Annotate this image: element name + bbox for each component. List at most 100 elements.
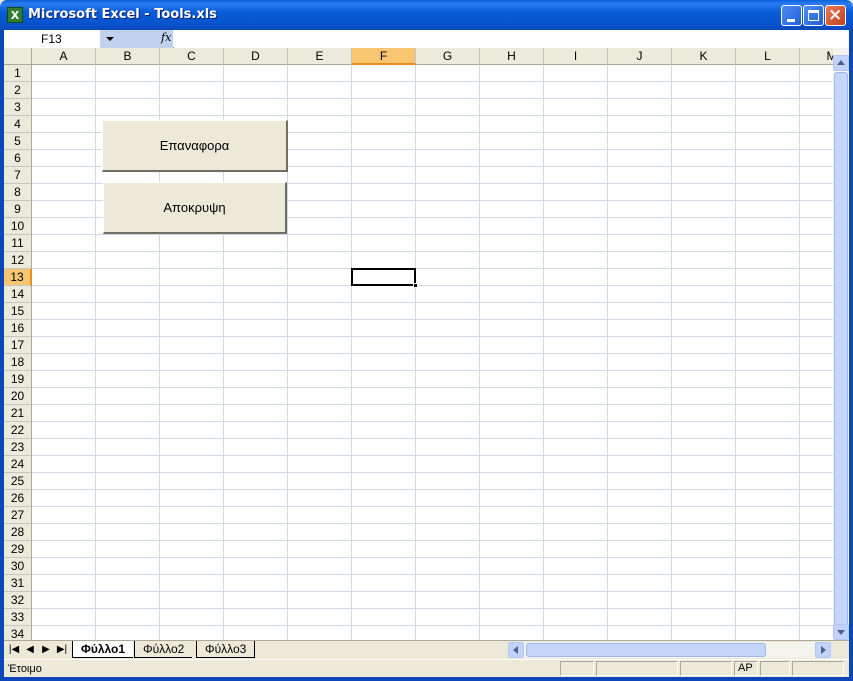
sheet-tab-bar: |◀ ◀ ▶ ▶| Φύλλο1 Φύλλο2 Φύλλο3 [4, 640, 849, 658]
active-cell[interactable] [351, 268, 416, 286]
row-header-10[interactable]: 10 [4, 218, 32, 235]
row-header-24[interactable]: 24 [4, 456, 32, 473]
fill-handle[interactable] [413, 283, 418, 288]
row-header-23[interactable]: 23 [4, 439, 32, 456]
row-header-1[interactable]: 1 [4, 65, 32, 82]
scroll-right-button[interactable] [815, 642, 831, 658]
vertical-scroll-thumb[interactable] [834, 72, 848, 634]
column-header-f[interactable]: F [352, 48, 416, 65]
status-bar: Έτοιμο ΑΡ [4, 659, 849, 677]
row-header-33[interactable]: 33 [4, 609, 32, 626]
close-icon: × [828, 5, 843, 25]
last-sheet-button[interactable]: ▶| [55, 643, 69, 657]
column-header-j[interactable]: J [608, 48, 672, 65]
row-header-18[interactable]: 18 [4, 354, 32, 371]
row-header-11[interactable]: 11 [4, 235, 32, 252]
sheet-tab-3[interactable]: Φύλλο3 [196, 641, 256, 658]
formula-input[interactable] [174, 30, 849, 48]
window-title: Microsoft Excel - Tools.xls [28, 7, 217, 22]
row-header-7[interactable]: 7 [4, 167, 32, 184]
column-header-m[interactable]: M [800, 48, 833, 65]
row-header-21[interactable]: 21 [4, 405, 32, 422]
row-header-12[interactable]: 12 [4, 252, 32, 269]
grid-row-line [32, 455, 833, 456]
title-bar[interactable]: X Microsoft Excel - Tools.xls × [0, 0, 853, 30]
first-sheet-button[interactable]: |◀ [7, 643, 21, 657]
grid-row-line [32, 336, 833, 337]
column-header-b[interactable]: B [96, 48, 160, 65]
grid-row-line [32, 421, 833, 422]
row-header-27[interactable]: 27 [4, 507, 32, 524]
scroll-up-button[interactable] [833, 55, 849, 71]
grid-row-line [32, 302, 833, 303]
grid-row-line [32, 472, 833, 473]
minimize-icon [787, 19, 795, 22]
row-header-16[interactable]: 16 [4, 320, 32, 337]
row-header-19[interactable]: 19 [4, 371, 32, 388]
maximize-button[interactable] [803, 5, 824, 26]
vertical-scrollbar[interactable] [833, 48, 849, 640]
scroll-left-button[interactable] [508, 642, 524, 658]
row-header-31[interactable]: 31 [4, 575, 32, 592]
insert-function-icon[interactable]: fx [161, 31, 171, 44]
row-header-15[interactable]: 15 [4, 303, 32, 320]
row-header-2[interactable]: 2 [4, 82, 32, 99]
grid-row-line [32, 506, 833, 507]
row-header-32[interactable]: 32 [4, 592, 32, 609]
grid-row-line [32, 353, 833, 354]
sheet-tab-2[interactable]: Φύλλο2 [134, 641, 193, 658]
column-header-e[interactable]: E [288, 48, 352, 65]
row-header-29[interactable]: 29 [4, 541, 32, 558]
column-header-h[interactable]: H [480, 48, 544, 65]
select-all-corner[interactable] [4, 48, 32, 65]
grid-row-line [32, 523, 833, 524]
grid-row-line [32, 268, 833, 269]
grid-row-line [32, 540, 833, 541]
status-panel [792, 661, 844, 676]
column-header-g[interactable]: G [416, 48, 480, 65]
hide-button[interactable]: Αποκρυψη [103, 182, 287, 234]
grid-row-line [32, 591, 833, 592]
grid-row-line [32, 319, 833, 320]
window-frame-bottom [0, 677, 853, 681]
column-header-l[interactable]: L [736, 48, 800, 65]
column-header-i[interactable]: I [544, 48, 608, 65]
status-panel [680, 661, 732, 676]
row-header-22[interactable]: 22 [4, 422, 32, 439]
row-header-26[interactable]: 26 [4, 490, 32, 507]
row-header-14[interactable]: 14 [4, 286, 32, 303]
row-header-34[interactable]: 34 [4, 626, 32, 640]
row-header-13[interactable]: 13 [4, 269, 32, 286]
grid-row-line [32, 115, 833, 116]
window-frame-right [849, 30, 853, 681]
status-panel [560, 661, 594, 676]
row-header-17[interactable]: 17 [4, 337, 32, 354]
horizontal-scroll-thumb[interactable] [526, 643, 766, 657]
scroll-down-button[interactable] [833, 624, 849, 640]
prev-sheet-button[interactable]: ◀ [23, 643, 37, 657]
name-box-dropdown[interactable] [100, 30, 119, 48]
name-box[interactable]: F13 [4, 30, 100, 48]
worksheet-grid[interactable]: A B C D E F G H I J K L M 1 2 3 4 5 6 7 8 9 10 11 12 13 14 15 16 17 18… [4, 48, 833, 640]
row-header-25[interactable]: 25 [4, 473, 32, 490]
column-header-d[interactable]: D [224, 48, 288, 65]
minimize-button[interactable] [781, 5, 802, 26]
row-header-6[interactable]: 6 [4, 150, 32, 167]
excel-icon[interactable]: X [7, 7, 23, 23]
close-button[interactable]: × [825, 5, 846, 26]
column-header-k[interactable]: K [672, 48, 736, 65]
sheet-tab-1[interactable]: Φύλλο1 [72, 641, 134, 658]
restore-button[interactable]: Επαναφορα [102, 120, 288, 172]
row-header-9[interactable]: 9 [4, 201, 32, 218]
horizontal-scrollbar[interactable] [508, 642, 831, 658]
row-header-20[interactable]: 20 [4, 388, 32, 405]
row-header-5[interactable]: 5 [4, 133, 32, 150]
row-header-3[interactable]: 3 [4, 99, 32, 116]
row-header-30[interactable]: 30 [4, 558, 32, 575]
next-sheet-button[interactable]: ▶ [39, 643, 53, 657]
row-header-4[interactable]: 4 [4, 116, 32, 133]
column-header-a[interactable]: A [32, 48, 96, 65]
column-header-c[interactable]: C [160, 48, 224, 65]
row-header-28[interactable]: 28 [4, 524, 32, 541]
row-header-8[interactable]: 8 [4, 184, 32, 201]
